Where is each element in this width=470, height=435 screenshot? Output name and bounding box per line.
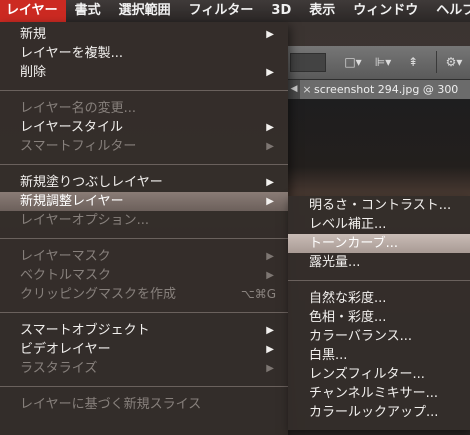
- submenu-arrow-icon: ▶: [266, 196, 274, 207]
- adjustment-submenu-item[interactable]: 露光量...: [288, 253, 470, 272]
- layer-menu-item[interactable]: 削除 ▶: [0, 63, 288, 82]
- layer-menu-item[interactable]: 新規塗りつぶしレイヤー ▶: [0, 173, 288, 192]
- adjustment-submenu-item[interactable]: レベル補正...: [288, 215, 470, 234]
- submenu-arrow-icon: ▶: [266, 344, 274, 355]
- adjustment-submenu-item-label: 明るさ・コントラスト...: [309, 198, 452, 213]
- layer-menu-item: レイヤーマスク ▶: [0, 247, 288, 266]
- layer-menu-item: レイヤーに基づく新規スライス: [0, 395, 288, 414]
- menu-bar: レイヤー 書式 選択範囲 フィルター 3D 表示 ウィンドウ ヘルプ: [0, 0, 470, 22]
- layer-menu-item: ラスタライズ ▶: [0, 359, 288, 378]
- submenu-arrow-icon: ▶: [266, 177, 274, 188]
- adjustment-submenu-item[interactable]: カラールックアップ...: [288, 403, 470, 422]
- options-bar-field[interactable]: [290, 53, 326, 72]
- document-tab[interactable]: × screenshot 294.jpg @ 300: [300, 80, 470, 99]
- layer-menu-item-label: レイヤーオプション...: [20, 213, 150, 228]
- align-icon[interactable]: ⊫▾: [372, 53, 394, 71]
- submenu-arrow-icon: ▶: [266, 325, 274, 336]
- keyboard-shortcut: ⌥⌘G: [240, 287, 276, 301]
- layer-menu-item-label: スマートオブジェクト: [20, 323, 150, 338]
- document-tab-label: screenshot 294.jpg @ 300: [314, 83, 459, 96]
- layer-menu-item: レイヤーオプション...: [0, 211, 288, 230]
- menu-help[interactable]: ヘルプ: [427, 0, 470, 22]
- layer-menu-item-label: ラスタライズ: [20, 361, 98, 376]
- layer-menu-item-label: レイヤーに基づく新規スライス: [20, 397, 202, 412]
- adjustment-submenu-item-label: 色相・彩度...: [309, 310, 387, 325]
- layer-menu-item[interactable]: 新規調整レイヤー ▶: [0, 192, 288, 211]
- layer-menu-item-label: クリッピングマスクを作成: [20, 287, 177, 302]
- adjustment-submenu-item-label: レベル補正...: [309, 217, 387, 232]
- layer-menu-item-label: 新規調整レイヤー: [20, 194, 124, 209]
- submenu-arrow-icon: ▶: [266, 29, 274, 40]
- layer-menu-item-label: レイヤーを複製...: [20, 46, 124, 61]
- submenu-arrow-icon: ▶: [266, 270, 274, 281]
- layer-menu-item-label: 新規塗りつぶしレイヤー: [20, 175, 163, 190]
- gear-icon[interactable]: ⚙▾: [443, 53, 465, 71]
- menu-type[interactable]: 書式: [66, 0, 110, 22]
- layer-menu-item-label: スマートフィルター: [20, 139, 137, 154]
- menu-separator: [0, 90, 288, 91]
- layer-menu-item-label: ベクトルマスク: [20, 268, 112, 283]
- menu-separator: [0, 164, 288, 165]
- layer-menu-item: クリッピングマスクを作成 ⌥⌘G: [0, 285, 288, 304]
- menu-separator: [288, 280, 470, 281]
- adjustment-submenu-item[interactable]: 明るさ・コントラスト...: [288, 196, 470, 215]
- adjustment-submenu-item-label: カラールックアップ...: [309, 405, 439, 420]
- adjustment-submenu-item-label: 白黒...: [309, 348, 348, 363]
- submenu-arrow-icon: ▶: [266, 141, 274, 152]
- layer-menu-item[interactable]: スマートオブジェクト ▶: [0, 321, 288, 340]
- menu-filter[interactable]: フィルター: [180, 0, 263, 22]
- menu-select[interactable]: 選択範囲: [110, 0, 180, 22]
- layer-menu-item-label: 削除: [20, 65, 47, 80]
- adjustment-submenu-item-label: レンズフィルター...: [309, 367, 425, 382]
- menu-layer[interactable]: レイヤー: [0, 0, 66, 22]
- submenu-arrow-icon: ▶: [266, 363, 274, 374]
- adjustment-submenu-item[interactable]: カラーバランス...: [288, 327, 470, 346]
- adjustment-submenu-item[interactable]: トーンカーブ...: [288, 234, 470, 253]
- adjustment-submenu-item[interactable]: レンズフィルター...: [288, 365, 470, 384]
- layer-menu-item: スマートフィルター ▶: [0, 137, 288, 156]
- menu-view[interactable]: 表示: [300, 0, 344, 22]
- layer-menu-item[interactable]: 新規 ▶: [0, 25, 288, 44]
- layer-menu-item[interactable]: レイヤーを複製...: [0, 44, 288, 63]
- adjustment-submenu-item[interactable]: チャンネルミキサー...: [288, 384, 470, 403]
- rectangle-select-icon[interactable]: □▾: [342, 53, 364, 71]
- layer-menu: 新規 ▶ レイヤーを複製... 削除 ▶ レイヤー名の変更... レイヤースタイル ▶ スマート…: [0, 22, 288, 435]
- layer-menu-item[interactable]: レイヤースタイル ▶: [0, 118, 288, 137]
- adjustment-submenu-item-label: 自然な彩度...: [309, 291, 387, 306]
- menu-separator: [0, 238, 288, 239]
- menu-window[interactable]: ウィンドウ: [344, 0, 427, 22]
- menu-separator: [0, 386, 288, 387]
- adjustment-submenu-item-label: 露光量...: [309, 255, 361, 270]
- tab-scroll-left-icon[interactable]: ◀: [288, 80, 300, 99]
- layer-menu-item: レイヤー名の変更...: [0, 99, 288, 118]
- menu-3d[interactable]: 3D: [262, 0, 300, 22]
- options-divider: [436, 51, 437, 73]
- layer-menu-item[interactable]: ビデオレイヤー ▶: [0, 340, 288, 359]
- adjustment-submenu-item[interactable]: 白黒...: [288, 346, 470, 365]
- layer-menu-item-label: レイヤースタイル: [20, 120, 123, 135]
- adjustment-submenu-item[interactable]: 自然な彩度...: [288, 289, 470, 308]
- adjustment-submenu-item-label: トーンカーブ...: [309, 236, 398, 251]
- adjustment-submenu-item-label: カラーバランス...: [309, 329, 413, 344]
- layer-menu-item-label: レイヤー名の変更...: [20, 101, 137, 116]
- submenu-arrow-icon: ▶: [266, 251, 274, 262]
- layer-menu-item-label: 新規: [20, 27, 47, 42]
- layer-menu-item: ベクトルマスク ▶: [0, 266, 288, 285]
- layer-menu-item-label: レイヤーマスク: [20, 249, 111, 264]
- submenu-arrow-icon: ▶: [266, 67, 274, 78]
- submenu-arrow-icon: ▶: [266, 122, 274, 133]
- adjustment-layer-submenu: 明るさ・コントラスト... レベル補正... トーンカーブ... 露光量... 自然な彩…: [288, 196, 470, 430]
- adjustment-submenu-item-label: チャンネルミキサー...: [309, 386, 439, 401]
- arrange-layers-icon[interactable]: ⇞: [402, 53, 424, 71]
- close-icon[interactable]: ×: [300, 80, 314, 99]
- adjustment-submenu-item[interactable]: 色相・彩度...: [288, 308, 470, 327]
- document-image: [288, 99, 470, 196]
- menu-separator: [0, 312, 288, 313]
- layer-menu-item-label: ビデオレイヤー: [20, 342, 111, 357]
